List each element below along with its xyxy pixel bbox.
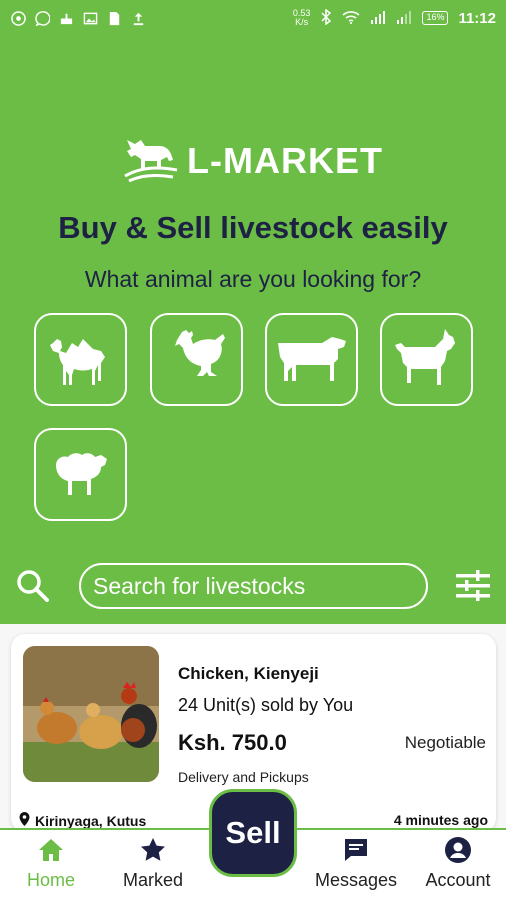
status-bar: 0.53 K/s 16% 11:12 bbox=[0, 0, 506, 36]
category-sheep[interactable] bbox=[34, 428, 127, 521]
clock: 11:12 bbox=[458, 9, 496, 27]
search-icon[interactable] bbox=[14, 567, 52, 605]
nav-messages-label: Messages bbox=[314, 870, 398, 890]
listing-price: Ksh. 750.0 bbox=[178, 730, 287, 755]
listing-time: 4 minutes ago bbox=[393, 812, 488, 828]
search-row bbox=[0, 563, 506, 609]
brand-name: L-MARKET bbox=[187, 139, 383, 181]
category-goat[interactable] bbox=[380, 313, 473, 406]
page-headline: Buy & Sell livestock easily bbox=[58, 210, 448, 245]
chrome-icon bbox=[10, 10, 26, 26]
listing-negotiable: Negotiable bbox=[404, 733, 486, 752]
signal-2-icon bbox=[396, 10, 412, 27]
battery-indicator: 16% bbox=[422, 11, 449, 25]
nav-home-label: Home bbox=[26, 870, 75, 890]
messages-icon bbox=[342, 836, 370, 864]
camel-icon bbox=[45, 329, 117, 390]
signal-icon bbox=[370, 10, 386, 27]
nav-home[interactable]: Home bbox=[18, 830, 84, 900]
bluetooth-icon bbox=[320, 8, 332, 28]
goat-icon bbox=[393, 327, 461, 392]
home-icon bbox=[37, 836, 65, 864]
sheep-icon bbox=[50, 447, 112, 502]
app-logo: L-MARKET bbox=[0, 134, 506, 187]
nav-messages[interactable]: Messages bbox=[308, 830, 404, 900]
nav-marked-label: Marked bbox=[122, 870, 184, 890]
listing-location: Kirinyaga, Kutus bbox=[19, 812, 146, 829]
wifi-icon bbox=[342, 10, 360, 27]
network-speed: 0.53 K/s bbox=[292, 8, 311, 27]
star-icon bbox=[139, 836, 167, 864]
page-subheadline: What animal are you looking for? bbox=[84, 266, 422, 292]
listing-units: 24 Unit(s) sold by You bbox=[178, 695, 354, 715]
listing-delivery: Delivery and Pickups bbox=[178, 769, 309, 785]
listing-photo bbox=[23, 646, 159, 782]
listing-location-text: Kirinyaga, Kutus bbox=[35, 812, 147, 829]
search-input[interactable] bbox=[79, 563, 428, 609]
location-pin-icon bbox=[19, 812, 30, 829]
category-camel[interactable] bbox=[34, 313, 127, 406]
listing-title: Chicken, Kienyeji bbox=[178, 664, 319, 683]
cow-icon bbox=[276, 331, 348, 388]
filter-icon[interactable] bbox=[454, 567, 492, 605]
sell-button[interactable]: Sell bbox=[209, 789, 297, 877]
upload-icon bbox=[130, 10, 146, 26]
account-icon bbox=[444, 836, 472, 864]
nav-marked[interactable]: Marked bbox=[112, 830, 194, 900]
category-cattle[interactable] bbox=[265, 313, 358, 406]
farm-logo-icon bbox=[123, 134, 181, 187]
nav-account-label: Account bbox=[425, 870, 491, 890]
category-chicken[interactable] bbox=[150, 313, 243, 406]
messenger-icon bbox=[34, 10, 50, 26]
image-icon bbox=[82, 10, 98, 26]
sim-icon bbox=[106, 10, 122, 26]
cake-icon bbox=[58, 10, 74, 26]
nav-account[interactable]: Account bbox=[418, 830, 498, 900]
chicken-icon bbox=[166, 326, 228, 393]
